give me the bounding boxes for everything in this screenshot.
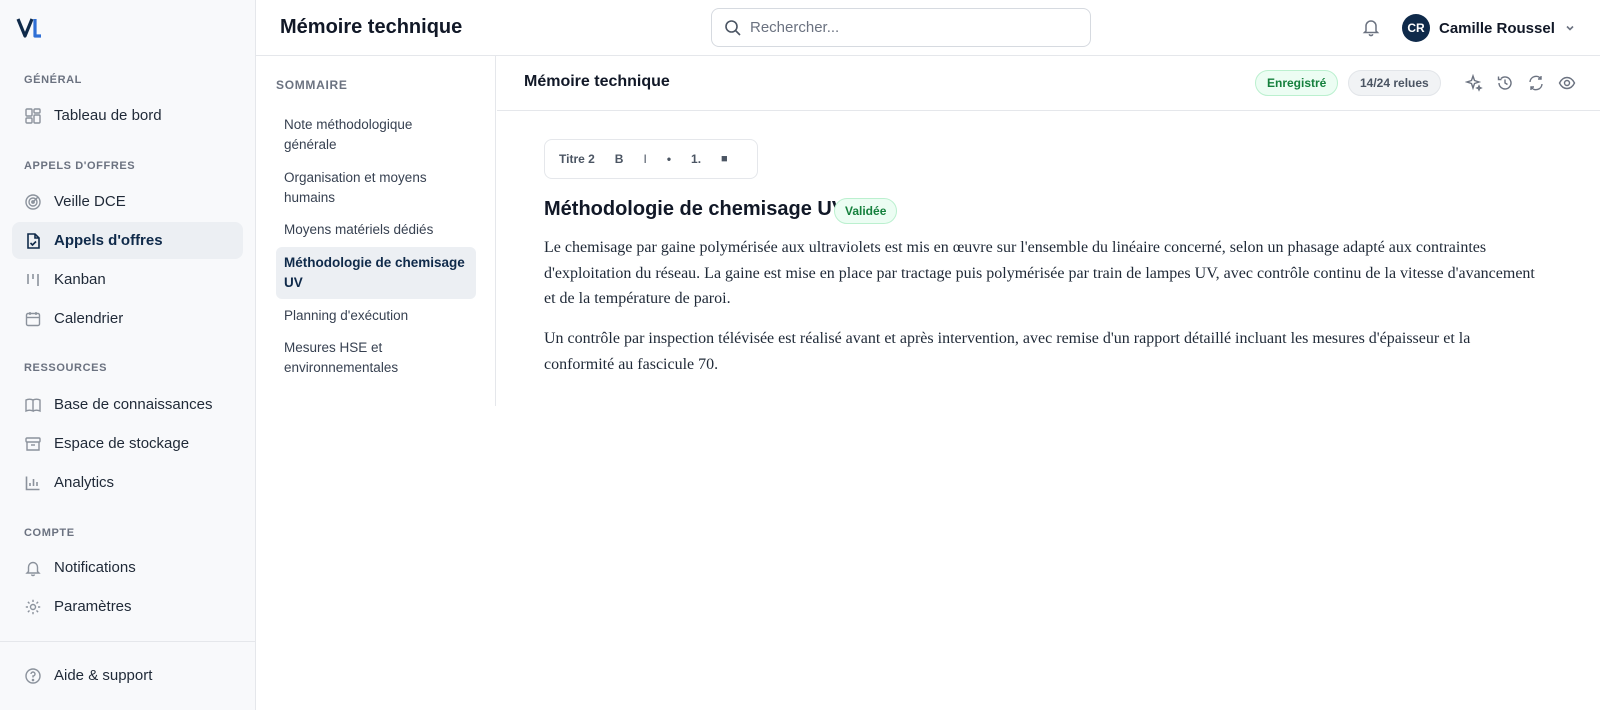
user-menu[interactable]: CR Camille Roussel bbox=[1402, 14, 1576, 42]
brand-logo[interactable] bbox=[16, 16, 42, 40]
archive-icon bbox=[24, 435, 42, 453]
sidebar-item-settings[interactable]: Paramètres bbox=[12, 588, 243, 625]
gear-icon bbox=[24, 598, 42, 616]
avatar: CR bbox=[1402, 14, 1430, 42]
sidebar-item-storage[interactable]: Espace de stockage bbox=[12, 425, 243, 462]
sidebar-item-label: Espace de stockage bbox=[54, 435, 190, 452]
sidebar-section-resources: Ressources bbox=[24, 362, 108, 374]
book-icon bbox=[24, 396, 42, 414]
sidebar-section-tenders: Appels d'offres bbox=[24, 160, 136, 172]
history-icon[interactable] bbox=[1496, 74, 1514, 92]
sidebar-item-knowledge-base[interactable]: Base de connaissances bbox=[12, 386, 243, 423]
toc-item[interactable]: Mesures HSE et environnementales bbox=[276, 332, 476, 384]
sidebar-item-label: Calendrier bbox=[54, 310, 124, 327]
help-icon bbox=[24, 667, 42, 685]
document-title: Mémoire technique bbox=[524, 73, 670, 90]
save-status-badge: Enregistré bbox=[1255, 70, 1339, 96]
validation-status-badge: Validée bbox=[834, 198, 898, 224]
page-title: Mémoire technique bbox=[280, 16, 463, 38]
bell-icon bbox=[24, 559, 42, 577]
bold-button[interactable]: B bbox=[607, 145, 632, 173]
search-input[interactable] bbox=[750, 19, 1070, 36]
sidebar: Général Tableau de bord Appels d'offres … bbox=[0, 0, 256, 710]
toc-item-active[interactable]: Méthodologie de chemisage UV bbox=[276, 247, 476, 299]
formatting-toolbar: Titre 2 B I • 1. ■ bbox=[544, 139, 758, 179]
kanban-icon bbox=[24, 271, 42, 289]
sidebar-item-label: Paramètres bbox=[54, 598, 132, 615]
sidebar-item-help[interactable]: Aide & support bbox=[12, 657, 243, 694]
section-title: Méthodologie de chemisage UV bbox=[544, 198, 846, 220]
sidebar-item-label: Veille DCE bbox=[54, 193, 126, 210]
dashboard-icon bbox=[24, 107, 42, 125]
document-icon bbox=[24, 232, 42, 250]
table-of-contents: SOMMAIRE Note méthodologique générale Or… bbox=[256, 56, 496, 406]
search-bar[interactable] bbox=[711, 8, 1091, 47]
sidebar-item-analytics[interactable]: Analytics bbox=[12, 464, 243, 501]
section-paragraph[interactable]: Un contrôle par inspection télévisée est… bbox=[544, 326, 1544, 377]
search-icon bbox=[725, 19, 741, 36]
radar-icon bbox=[24, 193, 42, 211]
sidebar-section-account: Compte bbox=[24, 527, 75, 539]
toc-title: SOMMAIRE bbox=[276, 78, 348, 92]
heading-style-button[interactable]: Titre 2 bbox=[551, 145, 603, 173]
document-header: Mémoire technique Enregistré 14/24 relue… bbox=[497, 56, 1600, 111]
sparkles-icon[interactable] bbox=[1465, 74, 1483, 92]
sidebar-item-label: Tableau de bord bbox=[54, 107, 162, 124]
toc-item[interactable]: Moyens matériels dédiés bbox=[276, 214, 476, 246]
sidebar-item-label: Kanban bbox=[54, 271, 106, 288]
sidebar-item-calendrier[interactable]: Calendrier bbox=[12, 300, 243, 337]
toc-item[interactable]: Note méthodologique générale bbox=[276, 109, 476, 161]
sidebar-item-label: Analytics bbox=[54, 474, 115, 491]
review-count-badge: 14/24 relues bbox=[1348, 70, 1441, 96]
sidebar-item-appels-offres[interactable]: Appels d'offres bbox=[12, 222, 243, 259]
block-button[interactable]: ■ bbox=[713, 145, 736, 173]
sidebar-item-kanban[interactable]: Kanban bbox=[12, 261, 243, 298]
numbered-list-button[interactable]: 1. bbox=[683, 145, 709, 173]
italic-button[interactable]: I bbox=[635, 145, 654, 173]
sidebar-item-label: Aide & support bbox=[54, 667, 153, 684]
sidebar-item-label: Base de connaissances bbox=[54, 396, 213, 413]
user-name: Camille Roussel bbox=[1439, 19, 1555, 37]
sidebar-section-general: Général bbox=[24, 74, 82, 86]
refresh-icon[interactable] bbox=[1527, 74, 1545, 92]
sidebar-item-veille-dce[interactable]: Veille DCE bbox=[12, 183, 243, 220]
chart-icon bbox=[24, 474, 42, 492]
sidebar-item-label: Notifications bbox=[54, 559, 136, 576]
eye-icon[interactable] bbox=[1558, 74, 1576, 92]
top-header: Mémoire technique CR Camille Roussel bbox=[256, 0, 1600, 56]
toc-item[interactable]: Organisation et moyens humains bbox=[276, 162, 476, 214]
sidebar-item-dashboard[interactable]: Tableau de bord bbox=[12, 97, 243, 134]
calendar-icon bbox=[24, 310, 42, 328]
toc-item[interactable]: Planning d'exécution bbox=[276, 300, 476, 332]
sidebar-footer: Aide & support bbox=[0, 641, 256, 684]
sidebar-item-notifications[interactable]: Notifications bbox=[12, 549, 243, 586]
notifications-bell-icon[interactable] bbox=[1361, 17, 1381, 37]
sidebar-item-label: Appels d'offres bbox=[54, 232, 163, 249]
section-paragraph[interactable]: Le chemisage par gaine polymérisée aux u… bbox=[544, 235, 1544, 312]
chevron-down-icon bbox=[1564, 22, 1576, 34]
bullet-list-button[interactable]: • bbox=[659, 145, 679, 173]
